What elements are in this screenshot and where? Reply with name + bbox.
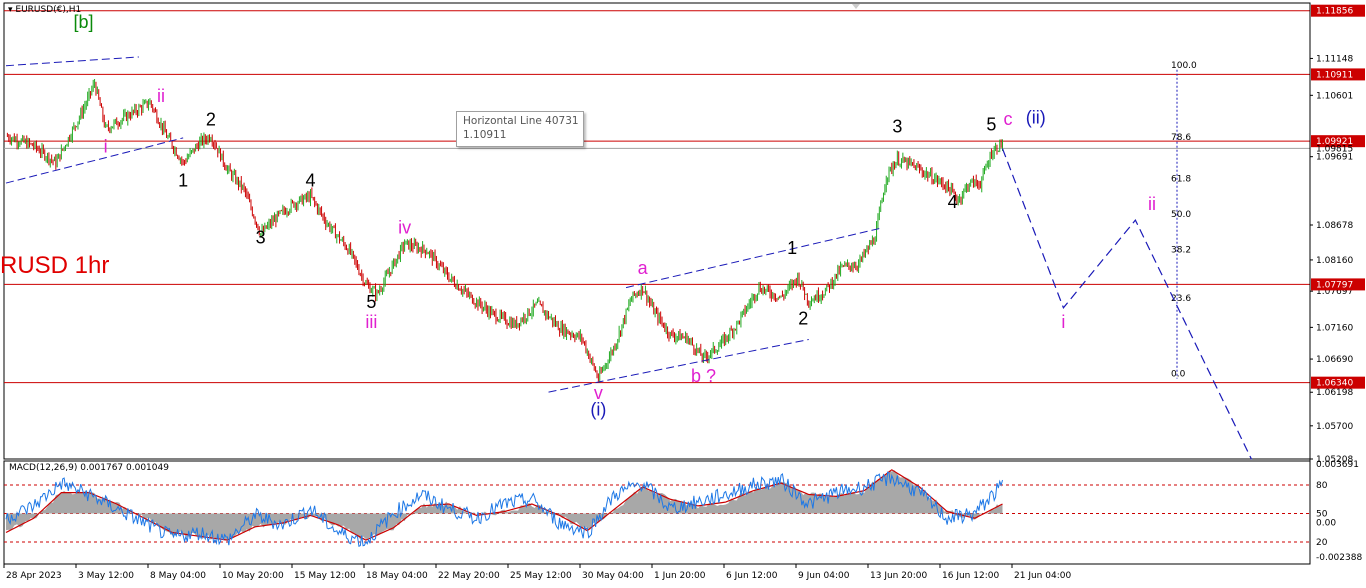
price-axis: 1.111481.106011.096911.086781.081601.076… — [1309, 0, 1366, 588]
wave-label: 1 — [787, 238, 797, 258]
macd-tick-label: 0.003691 — [1316, 460, 1359, 470]
time-tick-label: 13 Jun 20:00 — [870, 571, 927, 581]
time-tick-label: 18 May 04:00 — [366, 571, 428, 581]
time-tick-label: 15 May 12:00 — [294, 571, 356, 581]
price-tag-label: 1.06340 — [1316, 379, 1353, 389]
main-pane-frame — [0, 0, 1366, 588]
time-tick-label: 16 Jun 12:00 — [942, 571, 999, 581]
tooltip-value: 1.10911 — [463, 129, 507, 141]
tooltip-title: Horizontal Line 40731 — [463, 115, 579, 127]
wave-label: (ii) — [1026, 108, 1046, 128]
price-tick-label: 1.06690 — [1316, 355, 1353, 365]
wave-label: 1 — [178, 170, 188, 190]
price-tick-label: 1.08678 — [1316, 221, 1353, 231]
time-tick-label: 30 May 04:00 — [582, 571, 644, 581]
wave-label: 4 — [948, 192, 958, 212]
wave-label: 3 — [256, 228, 266, 248]
macd-tick-label: -0.002388 — [1316, 553, 1362, 563]
chart-overlay-title: RUSD 1hr — [0, 252, 110, 279]
wave-label: i — [1061, 312, 1065, 332]
wave-label: 3 — [892, 116, 902, 136]
symbol-label: ▾ EURUSD(€),H1 — [8, 5, 81, 15]
horizontal-line-tooltip: Horizontal Line 40731 1.10911 — [456, 111, 584, 147]
price-chart[interactable]: 100.078.661.850.038.223.60.0 [b]iii21 43i… — [0, 0, 1366, 588]
fib-level-label: 38.2 — [1171, 246, 1191, 256]
fib-level-label: 50.0 — [1171, 210, 1191, 220]
wave-label: 2 — [206, 110, 216, 130]
time-tick-label: 28 Apr 2023 — [6, 571, 62, 581]
macd-tick-label: 80 — [1316, 481, 1328, 491]
price-tag-label: 1.07797 — [1316, 280, 1353, 290]
wave-label: (i) — [590, 400, 606, 420]
macd-tick-label: 20 — [1316, 538, 1328, 548]
time-tick-label: 8 May 04:00 — [150, 571, 206, 581]
symbol-text: EURUSD(€),H1 — [15, 5, 82, 15]
price-tag-label: 1.10911 — [1316, 70, 1353, 80]
wave-label: c — [1004, 109, 1013, 129]
time-tick-label: 9 Jun 04:00 — [798, 571, 850, 581]
price-tag-label: 1.11856 — [1316, 7, 1353, 17]
price-tick-label: 1.08160 — [1316, 256, 1353, 266]
fib-level-label: 61.8 — [1171, 175, 1191, 185]
wave-label: 5 — [366, 292, 376, 312]
wave-label: 4 — [305, 170, 315, 190]
wave-label: iv — [398, 218, 411, 238]
wave-label: b ? — [691, 366, 716, 386]
dropdown-arrow-icon[interactable]: ▾ — [8, 5, 13, 15]
time-tick-label: 6 Jun 12:00 — [726, 571, 778, 581]
fib-level-label: 0.0 — [1171, 370, 1186, 380]
price-tick-label: 1.11148 — [1316, 54, 1353, 64]
time-tick-label: 3 May 12:00 — [78, 571, 134, 581]
time-tick-label: 10 May 20:00 — [222, 571, 284, 581]
time-tick-label: 25 May 12:00 — [510, 571, 572, 581]
wave-label: i — [104, 137, 108, 157]
wave-label: ii — [1148, 194, 1156, 214]
price-tick-label: 1.05700 — [1316, 422, 1353, 432]
fib-level-label: 78.6 — [1171, 133, 1191, 143]
wave-label: 5 — [986, 114, 996, 134]
macd-tick-label: 0.00 — [1316, 519, 1336, 529]
fib-level-label: 100.0 — [1171, 61, 1197, 71]
price-tag-label: 1.09815 — [1316, 144, 1353, 154]
price-tick-label: 1.10601 — [1316, 91, 1353, 101]
wave-label: a — [638, 258, 649, 278]
time-tick-label: 22 May 20:00 — [438, 571, 500, 581]
price-tick-label: 1.06198 — [1316, 388, 1353, 398]
time-tick-label: 1 Jun 20:00 — [654, 571, 706, 581]
wave-label: 2 — [798, 309, 808, 329]
wave-label: iii — [365, 312, 377, 332]
background — [0, 0, 1366, 588]
time-tick-label: 21 Jun 04:00 — [1014, 571, 1071, 581]
wave-label: ii — [157, 86, 165, 106]
price-tick-label: 1.07160 — [1316, 323, 1353, 333]
macd-label: MACD(12,26,9) 0.001767 0.001049 — [9, 463, 169, 473]
